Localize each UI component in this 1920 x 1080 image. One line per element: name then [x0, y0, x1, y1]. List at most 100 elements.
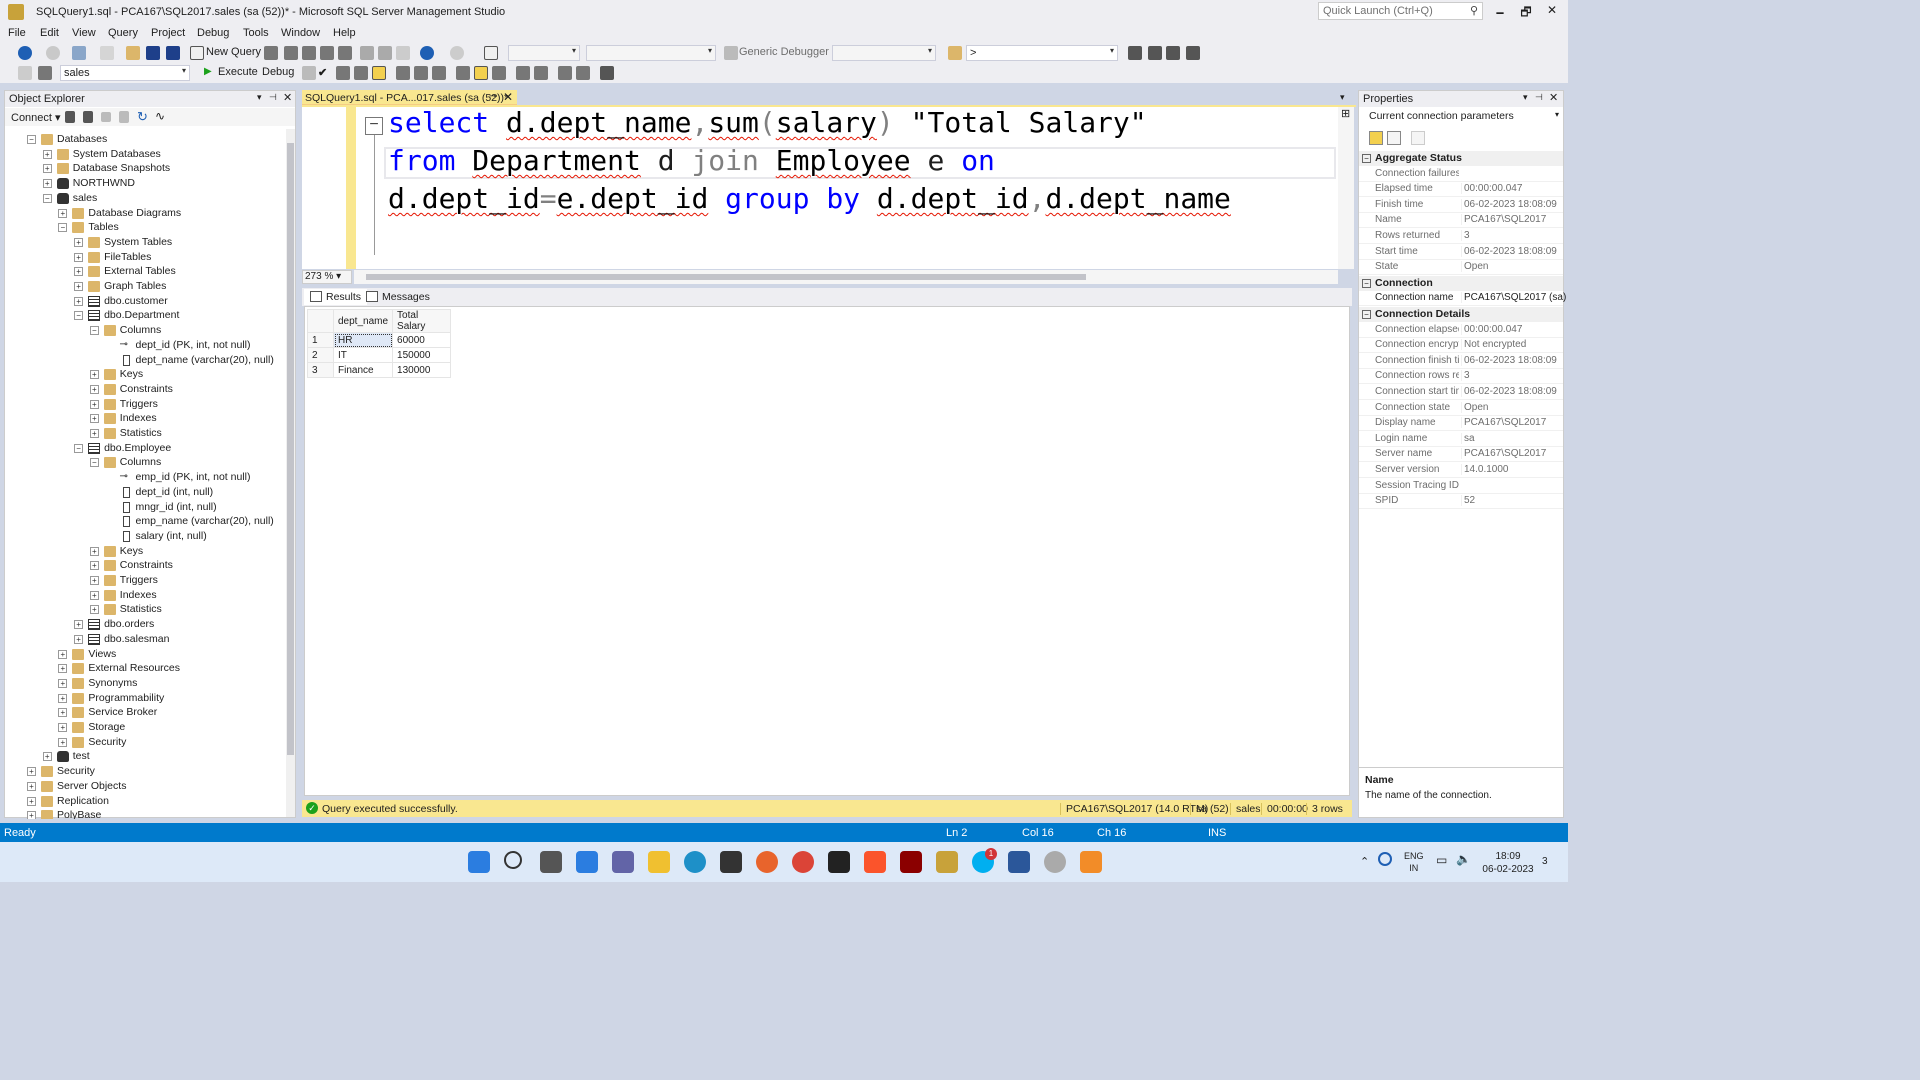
expand-icon[interactable]: +: [58, 208, 68, 218]
expand-icon[interactable]: +: [58, 678, 68, 688]
property-category[interactable]: − Connection: [1359, 275, 1563, 291]
cell-dept-name[interactable]: HR: [332, 332, 394, 348]
connect-icon[interactable]: [18, 66, 32, 80]
collapse-icon[interactable]: −: [1362, 310, 1371, 319]
panel-menu-icon[interactable]: ▾: [257, 92, 262, 103]
expand-icon[interactable]: +: [74, 282, 84, 291]
results-to-grid-icon[interactable]: [474, 66, 488, 80]
pin-icon[interactable]: ⊣: [269, 92, 277, 103]
expand-icon[interactable]: +: [89, 414, 99, 424]
find-combo[interactable]: > ▾: [966, 45, 1118, 61]
split-icon[interactable]: ⊞: [1341, 107, 1350, 120]
das-query-icon[interactable]: [338, 46, 352, 60]
decrease-indent-icon[interactable]: [558, 66, 572, 80]
sync-icon[interactable]: [1378, 852, 1392, 866]
dmx-query-icon[interactable]: [302, 46, 316, 60]
col-header-dept-name[interactable]: dept_name: [332, 309, 394, 333]
menu-help[interactable]: Help: [333, 27, 356, 39]
cell-total-salary[interactable]: 130000: [392, 362, 452, 378]
toolbox-icon[interactable]: [1166, 46, 1180, 60]
collapse-icon[interactable]: −: [74, 443, 84, 453]
app-dark-icon[interactable]: [900, 851, 922, 873]
cell-dept-name[interactable]: Finance: [332, 362, 394, 378]
collapse-icon[interactable]: −: [42, 193, 52, 203]
expand-icon[interactable]: +: [74, 620, 84, 630]
pin-icon[interactable]: ⊣: [1535, 92, 1543, 103]
chrome-icon[interactable]: [792, 851, 814, 873]
expand-icon[interactable]: +: [27, 811, 36, 819]
activity-monitor-icon[interactable]: [484, 46, 498, 60]
notification-count[interactable]: 3: [1542, 856, 1548, 867]
paste-icon[interactable]: [396, 46, 410, 60]
panel-menu-icon[interactable]: ▾: [1523, 92, 1528, 103]
property-row[interactable]: Name PCA167\SQL2017: [1359, 213, 1563, 229]
firefox-icon[interactable]: [756, 851, 778, 873]
property-category[interactable]: − Aggregate Status: [1359, 151, 1563, 166]
increase-indent-icon[interactable]: [576, 66, 590, 80]
property-row[interactable]: Server name PCA167\SQL2017: [1359, 447, 1563, 463]
edge-icon[interactable]: [684, 851, 706, 873]
row-number[interactable]: 2: [307, 347, 334, 363]
app-diamond-icon[interactable]: [1080, 851, 1102, 873]
menu-project[interactable]: Project: [151, 27, 185, 39]
property-row[interactable]: SPID 52: [1359, 494, 1563, 510]
results-to-file-icon[interactable]: [492, 66, 506, 80]
row-number[interactable]: 1: [307, 332, 334, 348]
stop-icon[interactable]: [101, 112, 111, 122]
results-grid[interactable]: dept_name Total Salary 1 HR 60000 2 IT 1…: [307, 309, 452, 378]
expand-icon[interactable]: +: [58, 708, 68, 718]
save-icon[interactable]: [146, 46, 160, 60]
collapse-icon[interactable]: −: [89, 458, 99, 468]
disconnect-icon[interactable]: [83, 111, 93, 123]
available-databases-dropdown[interactable]: sales ▾: [60, 65, 190, 81]
expand-icon[interactable]: +: [58, 737, 68, 747]
window-layout-icon[interactable]: [1186, 46, 1200, 60]
expand-icon[interactable]: +: [42, 752, 52, 762]
expand-icon[interactable]: +: [74, 634, 84, 644]
redo-icon[interactable]: [450, 46, 464, 60]
start-icon[interactable]: [468, 851, 490, 873]
client-stats-icon[interactable]: [432, 66, 446, 80]
restore-button[interactable]: 🗗: [1516, 3, 1536, 21]
xmla-query-icon[interactable]: [320, 46, 334, 60]
parse-icon[interactable]: ✔: [318, 66, 327, 79]
alphabetical-icon[interactable]: [1387, 131, 1401, 145]
solution-config-dropdown[interactable]: ▾: [508, 45, 580, 61]
results-to-text-icon[interactable]: [456, 66, 470, 80]
expand-icon[interactable]: +: [58, 723, 68, 732]
expand-icon[interactable]: +: [58, 649, 68, 659]
brave-icon[interactable]: [864, 851, 886, 873]
live-stats-icon[interactable]: [414, 66, 428, 80]
cell-total-salary[interactable]: 60000: [392, 332, 452, 348]
expand-icon[interactable]: +: [27, 781, 36, 791]
collapse-icon[interactable]: −: [27, 135, 36, 144]
expand-icon[interactable]: +: [89, 561, 99, 571]
teams-icon[interactable]: [612, 851, 634, 873]
connect-button[interactable]: Connect ▾: [11, 111, 61, 124]
language-indicator[interactable]: ENG IN: [1404, 850, 1424, 874]
minimize-button[interactable]: 🗕: [1490, 3, 1510, 21]
property-row[interactable]: Start time 06-02-2023 18:08:09: [1359, 245, 1563, 260]
close-panel-icon[interactable]: ✕: [1549, 91, 1558, 104]
new-project-icon[interactable]: [72, 46, 86, 60]
collapse-icon[interactable]: −: [1362, 278, 1371, 288]
connect-object-icon[interactable]: [65, 111, 75, 123]
mdx-query-icon[interactable]: [284, 46, 298, 60]
row-number[interactable]: 3: [307, 362, 334, 378]
menu-edit[interactable]: Edit: [40, 27, 59, 39]
filter-icon[interactable]: [119, 111, 129, 123]
wrench-icon[interactable]: [1148, 46, 1162, 60]
save-all-icon[interactable]: [166, 46, 180, 60]
back-icon[interactable]: [18, 46, 32, 60]
expand-icon[interactable]: +: [74, 252, 84, 262]
property-row[interactable]: Elapsed time 00:00:00.047: [1359, 182, 1563, 198]
query-options-icon[interactable]: [354, 66, 368, 80]
expand-icon[interactable]: +: [74, 237, 84, 247]
property-row[interactable]: Connection encryptionNot encrypted: [1359, 338, 1563, 354]
add-item-icon[interactable]: [100, 46, 114, 60]
execute-button[interactable]: Execute: [218, 66, 258, 78]
expand-icon[interactable]: +: [89, 576, 99, 585]
expand-icon[interactable]: +: [89, 590, 99, 600]
scrollbar-thumb[interactable]: [287, 143, 294, 755]
menu-file[interactable]: File: [8, 27, 26, 39]
